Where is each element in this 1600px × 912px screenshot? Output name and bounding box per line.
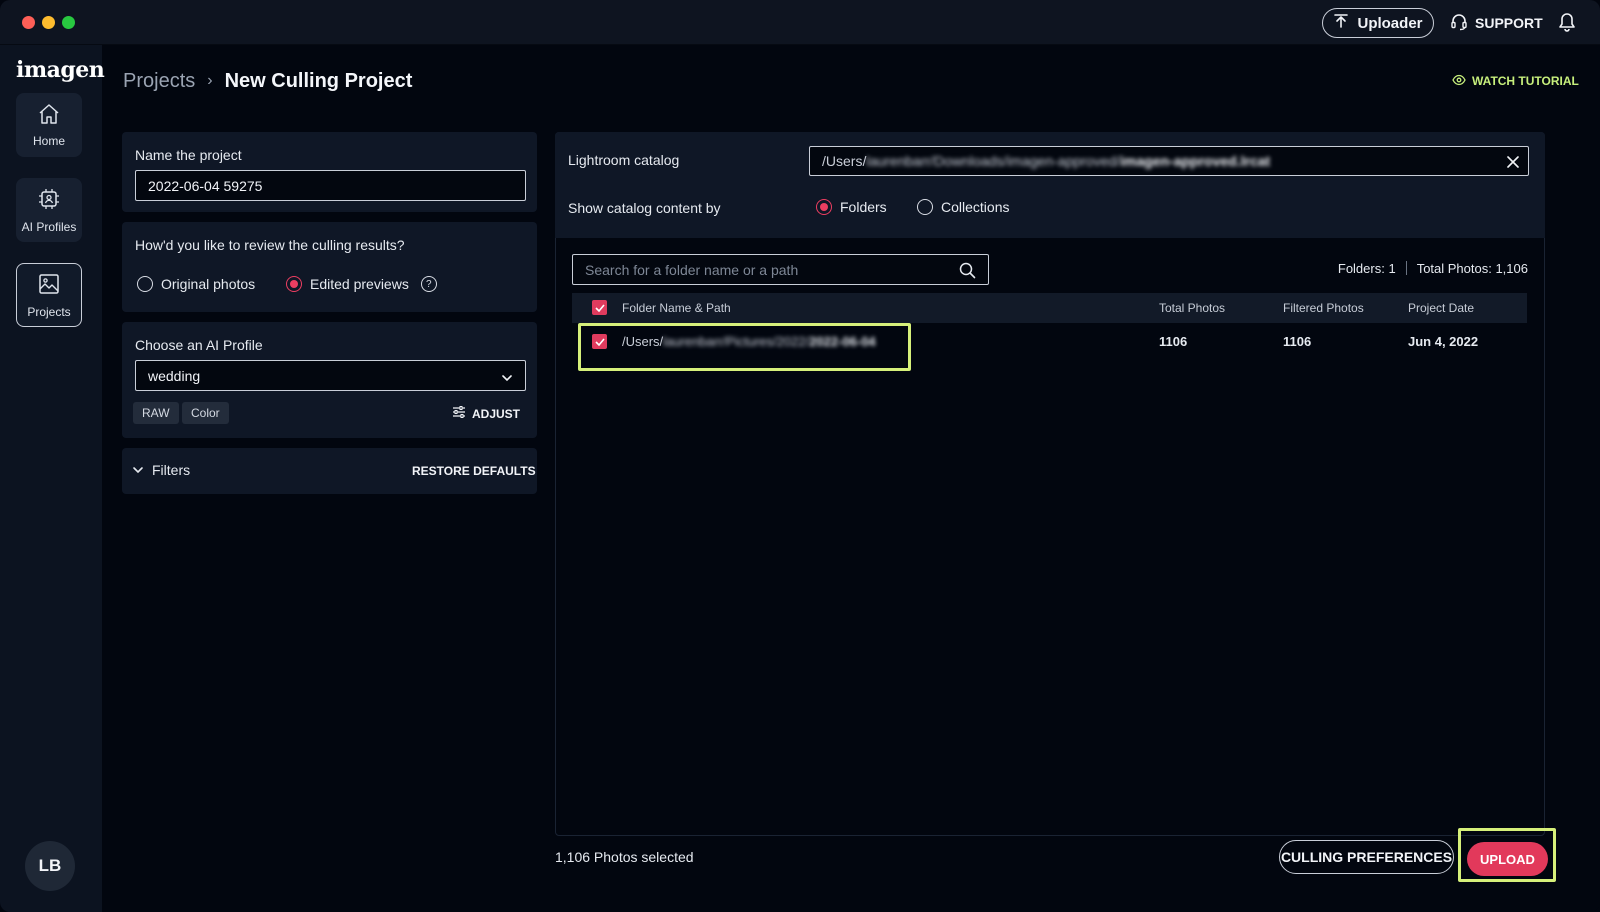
chevron-down-icon: [132, 462, 144, 478]
app-window: Uploader SUPPORT imagen Home AI Profiles: [0, 0, 1600, 912]
sidebar-item-ai-profiles[interactable]: AI Profiles: [16, 178, 82, 242]
notifications-bell-icon[interactable]: [1558, 12, 1576, 37]
breadcrumb: Projects › New Culling Project: [123, 68, 412, 94]
radio-button[interactable]: [816, 199, 832, 215]
maximize-window-button[interactable]: [62, 16, 75, 29]
row-total-photos: 1106: [1159, 334, 1188, 349]
uploader-button[interactable]: Uploader: [1322, 8, 1434, 38]
watch-tutorial-label: WATCH TUTORIAL: [1472, 74, 1579, 88]
filters-label: Filters: [152, 462, 191, 478]
tag-raw: RAW: [133, 402, 179, 424]
watch-tutorial-link[interactable]: WATCH TUTORIAL: [1452, 73, 1579, 89]
user-avatar[interactable]: LB: [25, 841, 75, 891]
radio-collections[interactable]: Collections: [917, 199, 1009, 215]
folder-search-input[interactable]: Search for a folder name or a path: [572, 254, 989, 285]
project-name-label: Name the project: [135, 147, 242, 163]
ai-profile-select[interactable]: wedding: [135, 360, 526, 391]
radio-label: Folders: [840, 199, 887, 215]
help-icon[interactable]: ?: [420, 276, 437, 292]
photos-selected-count: 1,106 Photos selected: [555, 849, 694, 865]
sidebar-item-label: AI Profiles: [21, 219, 77, 234]
table-header: Folder Name & Path Total Photos Filtered…: [572, 293, 1527, 323]
row-filtered-photos: 1106: [1283, 334, 1312, 349]
column-total-photos[interactable]: Total Photos: [1159, 301, 1225, 315]
column-folder-name[interactable]: Folder Name & Path: [622, 301, 731, 315]
upload-arrow-icon: [1333, 13, 1349, 33]
minimize-window-button[interactable]: [42, 16, 55, 29]
sliders-icon: [452, 405, 466, 422]
search-icon: [959, 262, 976, 282]
filters-panel: Filters RESTORE DEFAULTS: [122, 448, 537, 494]
radio-label: Collections: [941, 199, 1010, 215]
restore-defaults-button[interactable]: RESTORE DEFAULTS: [412, 464, 536, 478]
sidebar-item-label: Home: [32, 133, 65, 148]
imagen-logo: imagen: [16, 57, 105, 83]
sidebar: imagen Home AI Profiles Projects LB: [0, 45, 105, 912]
tag-color: Color: [182, 402, 229, 424]
ai-profile-panel: Choose an AI Profile wedding RAW Color A…: [122, 322, 537, 438]
radio-edited-previews[interactable]: Edited previews ?: [286, 276, 437, 292]
folder-row-highlight: [578, 323, 911, 371]
radio-original-photos[interactable]: Original photos: [137, 276, 255, 292]
culling-preferences-button[interactable]: CULLING PREFERENCES: [1279, 840, 1454, 874]
sidebar-item-projects[interactable]: Projects: [16, 263, 82, 327]
clear-icon[interactable]: [1507, 155, 1519, 171]
adjust-button[interactable]: ADJUST: [452, 405, 520, 422]
column-filtered-photos[interactable]: Filtered Photos: [1283, 301, 1364, 315]
breadcrumb-projects-link[interactable]: Projects: [123, 70, 195, 93]
title-bar: Uploader SUPPORT: [0, 0, 1600, 45]
review-question-label: How'd you like to review the culling res…: [135, 237, 405, 253]
headset-icon: [1450, 13, 1468, 34]
catalog-path-prefix: /Users/: [822, 153, 867, 169]
project-name-input[interactable]: 2022-06-04 59275: [135, 170, 526, 201]
search-placeholder: Search for a folder name or a path: [585, 261, 799, 278]
catalog-path-redacted: laurenbarr/Downloads/imagen-approved/: [866, 153, 1121, 169]
chevron-right-icon: ›: [207, 72, 213, 89]
ai-chip-icon: [37, 187, 61, 214]
catalog-file-redacted: imagen-approved.lrcat: [1120, 153, 1271, 169]
page-title: New Culling Project: [224, 69, 413, 92]
column-project-date[interactable]: Project Date: [1408, 301, 1474, 315]
row-project-date: Jun 4, 2022: [1408, 334, 1479, 349]
ai-profile-label: Choose an AI Profile: [135, 337, 263, 353]
radio-button[interactable]: [917, 199, 933, 215]
chevron-down-icon: [501, 370, 513, 386]
support-label: SUPPORT: [1475, 15, 1543, 31]
uploader-label: Uploader: [1357, 14, 1423, 32]
radio-label: Original photos: [161, 276, 256, 292]
total-photos-count: Total Photos: 1,106: [1416, 260, 1528, 276]
home-icon: [37, 103, 61, 128]
lightroom-catalog-label: Lightroom catalog: [568, 152, 680, 168]
show-by-label: Show catalog content by: [568, 200, 721, 216]
folder-stats: Folders: 1 Total Photos: 1,106: [1280, 258, 1528, 278]
sidebar-item-home[interactable]: Home: [16, 93, 82, 157]
review-mode-panel: How'd you like to review the culling res…: [122, 222, 537, 312]
stats-divider: [1405, 261, 1407, 275]
sidebar-item-label: Projects: [27, 304, 71, 319]
folders-count: Folders: 1: [1337, 260, 1396, 276]
radio-button[interactable]: [137, 276, 153, 292]
image-gallery-icon: [37, 272, 61, 299]
project-name-panel: Name the project 2022-06-04 59275: [122, 132, 537, 212]
support-link[interactable]: SUPPORT: [1450, 13, 1543, 33]
eye-icon: [1452, 74, 1466, 89]
lightroom-catalog-input[interactable]: /Users/ laurenbarr/Downloads/imagen-appr…: [809, 146, 1529, 176]
filters-toggle[interactable]: Filters: [132, 462, 190, 478]
radio-button[interactable]: [286, 276, 302, 292]
radio-label: Edited previews: [310, 276, 409, 292]
adjust-label: ADJUST: [472, 406, 521, 421]
ai-profile-value: wedding: [148, 367, 201, 384]
select-all-checkbox[interactable]: [592, 300, 607, 315]
radio-folders[interactable]: Folders: [816, 199, 887, 215]
catalog-panel: Lightroom catalog /Users/ laurenbarr/Dow…: [555, 132, 1545, 238]
close-window-button[interactable]: [22, 16, 35, 29]
upload-button-highlight: [1458, 828, 1556, 882]
